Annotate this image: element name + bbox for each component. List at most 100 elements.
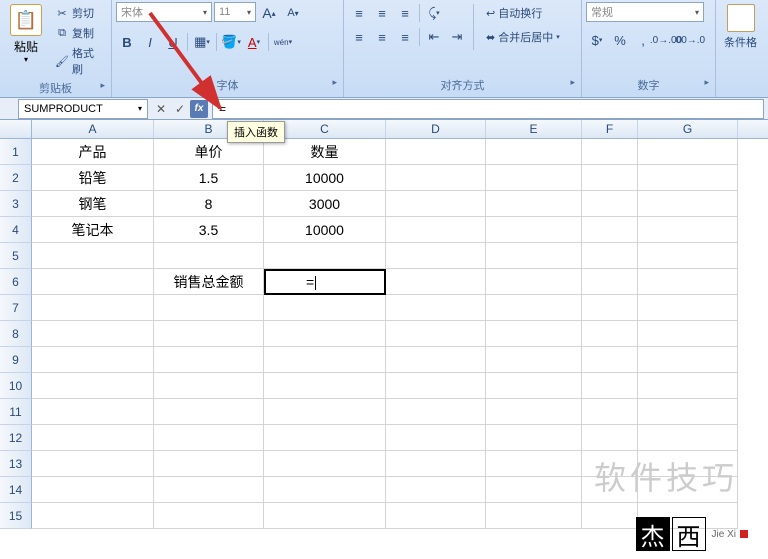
cell-F12[interactable] xyxy=(582,425,638,451)
cell-G2[interactable] xyxy=(638,165,738,191)
cell-F5[interactable] xyxy=(582,243,638,269)
row-header[interactable]: 8 xyxy=(0,321,32,347)
cell-F13[interactable] xyxy=(582,451,638,477)
cell-A6[interactable] xyxy=(32,269,154,295)
row-header[interactable]: 10 xyxy=(0,373,32,399)
row-header[interactable]: 2 xyxy=(0,165,32,191)
cell-F10[interactable] xyxy=(582,373,638,399)
cell-C14[interactable] xyxy=(264,477,386,503)
cell-A14[interactable] xyxy=(32,477,154,503)
row-header[interactable]: 5 xyxy=(0,243,32,269)
indent-decrease-button[interactable]: ⇤ xyxy=(423,26,445,48)
cell-A9[interactable] xyxy=(32,347,154,373)
cell-G9[interactable] xyxy=(638,347,738,373)
align-bottom-button[interactable]: ≡ xyxy=(394,2,416,24)
cell-G5[interactable] xyxy=(638,243,738,269)
cell-G1[interactable] xyxy=(638,139,738,165)
cell-E11[interactable] xyxy=(486,399,582,425)
wrap-text-button[interactable]: ↩自动换行 xyxy=(479,2,567,24)
cell-G7[interactable] xyxy=(638,295,738,321)
cell-D2[interactable] xyxy=(386,165,486,191)
insert-function-button[interactable]: fx xyxy=(190,100,208,118)
cell-D12[interactable] xyxy=(386,425,486,451)
fill-color-button[interactable]: 🪣▾ xyxy=(220,31,242,53)
cell-G10[interactable] xyxy=(638,373,738,399)
border-button[interactable]: ▦▾ xyxy=(191,31,213,53)
row-header[interactable]: 14 xyxy=(0,477,32,503)
merge-center-button[interactable]: ⬌合并后居中▾ xyxy=(479,26,567,48)
cell-E9[interactable] xyxy=(486,347,582,373)
align-right-button[interactable]: ≡ xyxy=(394,26,416,48)
align-top-button[interactable]: ≡ xyxy=(348,2,370,24)
cell-A4[interactable]: 笔记本 xyxy=(32,217,154,243)
cell-B10[interactable] xyxy=(154,373,264,399)
name-box[interactable]: SUMPRODUCT▾ xyxy=(18,99,148,119)
cell-F3[interactable] xyxy=(582,191,638,217)
cell-F11[interactable] xyxy=(582,399,638,425)
decrease-decimal-button[interactable]: .00→.0 xyxy=(678,29,700,51)
cell-B7[interactable] xyxy=(154,295,264,321)
row-header[interactable]: 11 xyxy=(0,399,32,425)
cell-C11[interactable] xyxy=(264,399,386,425)
cell-C5[interactable] xyxy=(264,243,386,269)
cell-B15[interactable] xyxy=(154,503,264,529)
cell-E14[interactable] xyxy=(486,477,582,503)
bold-button[interactable]: B xyxy=(116,31,138,53)
grow-font-button[interactable]: A▴ xyxy=(258,2,280,24)
cell-F9[interactable] xyxy=(582,347,638,373)
cell-E4[interactable] xyxy=(486,217,582,243)
cell-B9[interactable] xyxy=(154,347,264,373)
row-header[interactable]: 9 xyxy=(0,347,32,373)
paste-button[interactable]: 📋 粘贴 ▾ xyxy=(4,2,48,66)
cell-E10[interactable] xyxy=(486,373,582,399)
cell-D11[interactable] xyxy=(386,399,486,425)
font-name-combo[interactable]: 宋体▾ xyxy=(116,2,212,22)
cut-button[interactable]: ✂剪切 xyxy=(51,4,107,22)
cell-B14[interactable] xyxy=(154,477,264,503)
cell-E7[interactable] xyxy=(486,295,582,321)
col-header-F[interactable]: F xyxy=(582,120,638,138)
shrink-font-button[interactable]: A▾ xyxy=(282,2,304,24)
cell-A5[interactable] xyxy=(32,243,154,269)
cell-G8[interactable] xyxy=(638,321,738,347)
italic-button[interactable]: I xyxy=(139,31,161,53)
cell-G3[interactable] xyxy=(638,191,738,217)
cell-A1[interactable]: 产品 xyxy=(32,139,154,165)
row-header[interactable]: 4 xyxy=(0,217,32,243)
cell-B5[interactable] xyxy=(154,243,264,269)
cell-D4[interactable] xyxy=(386,217,486,243)
align-center-button[interactable]: ≡ xyxy=(371,26,393,48)
cell-G6[interactable] xyxy=(638,269,738,295)
cell-A13[interactable] xyxy=(32,451,154,477)
cell-F15[interactable] xyxy=(582,503,638,529)
cell-D14[interactable] xyxy=(386,477,486,503)
cell-C15[interactable] xyxy=(264,503,386,529)
row-header[interactable]: 12 xyxy=(0,425,32,451)
cell-B13[interactable] xyxy=(154,451,264,477)
cell-B11[interactable] xyxy=(154,399,264,425)
cell-E13[interactable] xyxy=(486,451,582,477)
col-header-E[interactable]: E xyxy=(486,120,582,138)
copy-button[interactable]: ⧉复制 xyxy=(51,24,107,42)
cell-D3[interactable] xyxy=(386,191,486,217)
indent-increase-button[interactable]: ⇥ xyxy=(446,26,468,48)
align-left-button[interactable]: ≡ xyxy=(348,26,370,48)
cell-E12[interactable] xyxy=(486,425,582,451)
cell-C7[interactable] xyxy=(264,295,386,321)
cell-E3[interactable] xyxy=(486,191,582,217)
formula-input[interactable]: = xyxy=(212,99,764,119)
cell-C3[interactable]: 3000 xyxy=(264,191,386,217)
number-format-combo[interactable]: 常规▾ xyxy=(586,2,704,22)
underline-button[interactable]: U xyxy=(162,31,184,53)
cell-F8[interactable] xyxy=(582,321,638,347)
cell-D13[interactable] xyxy=(386,451,486,477)
cell-G4[interactable] xyxy=(638,217,738,243)
percent-button[interactable]: % xyxy=(609,29,631,51)
row-header[interactable]: 6 xyxy=(0,269,32,295)
cell-G14[interactable] xyxy=(638,477,738,503)
enter-formula-button[interactable]: ✓ xyxy=(171,100,189,118)
phonetic-button[interactable]: wén▾ xyxy=(272,31,294,53)
cell-C12[interactable] xyxy=(264,425,386,451)
cell-D1[interactable] xyxy=(386,139,486,165)
col-header-D[interactable]: D xyxy=(386,120,486,138)
